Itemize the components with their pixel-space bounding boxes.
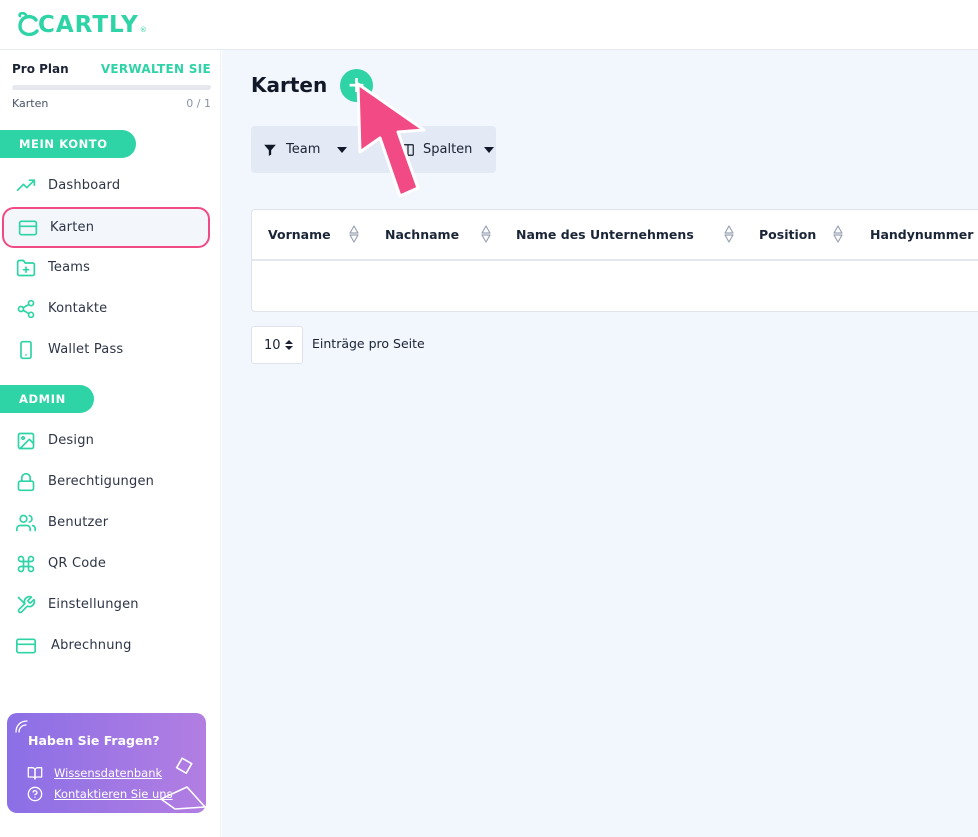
column-header-vorname[interactable]: Vorname	[268, 210, 331, 259]
users-icon	[15, 512, 37, 534]
logo-registered-mark: ®	[139, 26, 147, 34]
sidebar: Pro Plan VERWALTEN SIE Karten 0 / 1 MEIN…	[0, 50, 221, 837]
help-card: Haben Sie Fragen? Wissensdatenbank Konta…	[7, 713, 206, 813]
image-icon	[15, 430, 37, 452]
book-icon	[27, 767, 43, 780]
sidebar-item-karten[interactable]: Karten	[2, 207, 210, 248]
share-icon	[15, 298, 37, 320]
columns-label: Spalten	[423, 142, 473, 157]
knowledge-base-label: Wissensdatenbank	[54, 766, 163, 780]
sidebar-item-label: Teams	[48, 260, 91, 275]
sidebar-item-label: Benutzer	[48, 515, 109, 530]
logo-text: CARTLY	[38, 12, 139, 38]
sidebar-item-qr-code[interactable]: QR Code	[2, 543, 210, 584]
table-header: Vorname Nachname Name des Unternehmens P…	[252, 210, 978, 261]
column-header-handynummer[interactable]: Handynummer	[870, 210, 973, 259]
select-arrows-icon	[284, 340, 293, 350]
caret-down-icon	[337, 146, 348, 153]
sidebar-item-dashboard[interactable]: Dashboard	[2, 165, 210, 206]
column-header-nachname[interactable]: Nachname	[385, 210, 459, 259]
sidebar-item-label: Wallet Pass	[48, 342, 124, 357]
sidebar-item-label: QR Code	[48, 556, 107, 571]
sidebar-item-label: Karten	[50, 220, 95, 235]
folder-plus-icon	[15, 257, 37, 279]
section-admin: ADMIN	[0, 385, 94, 413]
plan-row: Pro Plan VERWALTEN SIE	[12, 62, 211, 76]
sidebar-item-abrechnung[interactable]: Abrechnung	[2, 625, 210, 666]
usage-row: Karten 0 / 1	[12, 97, 211, 110]
team-filter-label: Team	[286, 142, 321, 157]
tools-icon	[15, 594, 37, 616]
section-mein-konto: MEIN KONTO	[0, 130, 136, 158]
lock-icon	[15, 471, 37, 493]
smartphone-icon	[15, 339, 37, 361]
sidebar-item-teams[interactable]: Teams	[2, 247, 210, 288]
columns-dropdown[interactable]: Spalten	[401, 126, 495, 173]
usage-label: Karten	[12, 97, 49, 110]
columns-icon	[402, 143, 414, 156]
contact-us-link[interactable]: Kontaktieren Sie uns	[27, 786, 173, 802]
sidebar-item-benutzer[interactable]: Benutzer	[2, 502, 210, 543]
trending-up-icon	[15, 175, 37, 197]
team-filter-dropdown[interactable]: Team	[263, 126, 348, 173]
page-title: Karten	[251, 73, 328, 97]
table-body-empty	[252, 263, 978, 311]
wifi-signal-icon	[15, 720, 28, 733]
sort-icon[interactable]	[832, 224, 844, 244]
column-header-unternehmen[interactable]: Name des Unternehmens	[516, 210, 694, 259]
sidebar-item-berechtigungen[interactable]: Berechtigungen	[2, 461, 210, 502]
card-icon	[17, 217, 39, 239]
sidebar-item-label: Einstellungen	[48, 597, 139, 612]
page-size-select[interactable]: 10	[251, 326, 303, 364]
cartly-logo[interactable]: CARTLY ®	[16, 10, 147, 40]
plan-name: Pro Plan	[12, 62, 69, 76]
sort-icon[interactable]	[723, 224, 735, 244]
paper-plane-decoration-icon	[160, 757, 206, 810]
command-icon	[15, 553, 37, 575]
usage-count: 0 / 1	[186, 97, 211, 110]
page-size-label: Einträge pro Seite	[312, 336, 425, 351]
usage-progress-bar	[12, 85, 211, 90]
logo-swoosh-icon	[18, 12, 39, 37]
sidebar-item-label: Berechtigungen	[48, 474, 155, 489]
knowledge-base-link[interactable]: Wissensdatenbank	[27, 766, 162, 780]
manage-plan-link[interactable]: VERWALTEN SIE	[101, 62, 211, 76]
filter-icon	[264, 144, 276, 156]
sidebar-item-design[interactable]: Design	[2, 420, 210, 461]
filter-bar: Team Spalten	[251, 126, 496, 173]
sidebar-item-label: Kontakte	[48, 301, 108, 316]
sidebar-item-kontakte[interactable]: Kontakte	[2, 288, 210, 329]
contact-us-label: Kontaktieren Sie uns	[54, 787, 173, 801]
credit-card-icon	[15, 635, 37, 657]
sidebar-item-wallet-pass[interactable]: Wallet Pass	[2, 329, 210, 370]
cards-table: Vorname Nachname Name des Unternehmens P…	[251, 209, 978, 312]
help-title: Haben Sie Fragen?	[28, 733, 160, 748]
caret-down-icon	[484, 146, 495, 153]
sidebar-item-label: Dashboard	[48, 178, 121, 193]
sidebar-item-label: Abrechnung	[51, 638, 132, 653]
sort-icon[interactable]	[348, 224, 360, 244]
sort-icon[interactable]	[480, 224, 492, 244]
main-content: Karten + Team Spalten Vorname Nachname N…	[222, 50, 978, 837]
column-header-position[interactable]: Position	[759, 210, 816, 259]
sidebar-item-label: Design	[48, 433, 95, 448]
top-bar: CARTLY ®	[0, 0, 978, 50]
page-size-value: 10	[264, 337, 281, 353]
sidebar-item-einstellungen[interactable]: Einstellungen	[2, 584, 210, 625]
add-card-button[interactable]: +	[340, 69, 373, 102]
help-circle-icon	[27, 786, 43, 802]
